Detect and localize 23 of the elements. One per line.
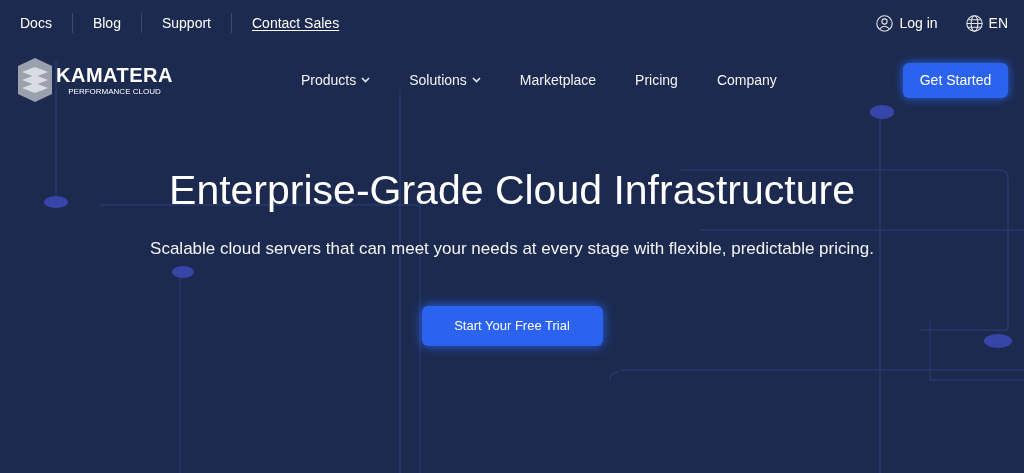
nav-item[interactable]: Products: [301, 69, 371, 91]
get-started-button[interactable]: Get Started: [903, 62, 1008, 98]
logo-icon: [18, 58, 52, 102]
free-trial-button[interactable]: Start Your Free Trial: [421, 305, 603, 346]
top-link[interactable]: Docs: [20, 12, 52, 34]
chevron-down-icon: [471, 77, 481, 83]
login-link[interactable]: Log in: [876, 12, 938, 34]
logo-wordmark: KAMATERA: [56, 64, 173, 85]
language-selector[interactable]: EN: [965, 12, 1008, 34]
chevron-down-icon: [361, 77, 371, 83]
nav-item[interactable]: Pricing: [635, 69, 678, 91]
user-icon: [876, 14, 894, 32]
nav-item[interactable]: Company: [716, 69, 777, 91]
nav-item[interactable]: Solutions: [409, 69, 481, 91]
top-link[interactable]: Blog: [92, 12, 121, 34]
top-link[interactable]: Support: [161, 12, 211, 34]
hero-title: Enterprise-Grade Cloud Infrastructure: [169, 166, 855, 214]
globe-icon: [965, 14, 983, 32]
nav-item[interactable]: Marketplace: [519, 69, 597, 91]
top-link[interactable]: Contact Sales: [252, 12, 340, 34]
hero-subtitle: Scalable cloud servers that can meet your needs at every stage with flexible, predictable pricing.: [150, 238, 874, 260]
logo-tagline: PERFORMANCE CLOUD: [68, 87, 161, 96]
logo[interactable]: KAMATERA PERFORMANCE CLOUD: [18, 58, 268, 102]
